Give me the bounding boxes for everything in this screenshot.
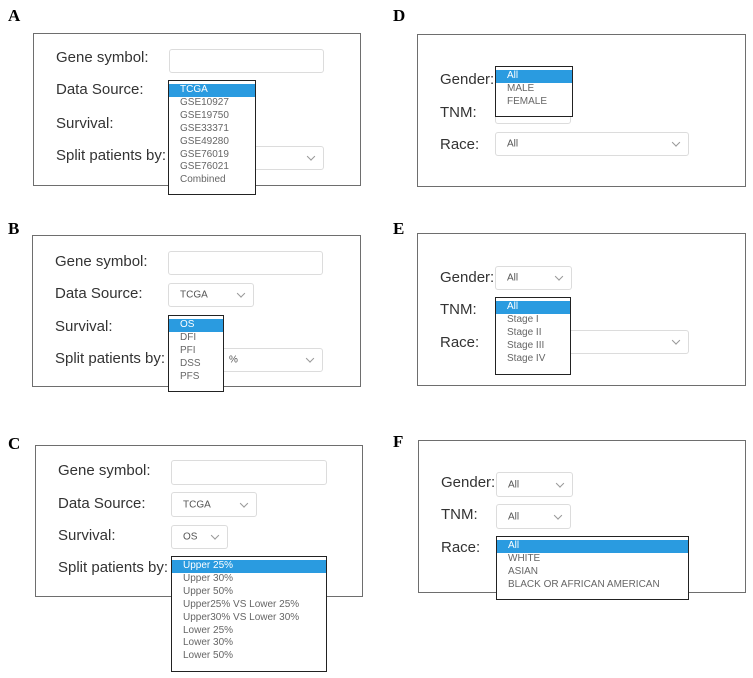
dropdown-option[interactable]: DFI [169,332,223,345]
gender-dropdown[interactable]: All MALE FEMALE [495,66,573,117]
split-patients-dropdown[interactable]: Upper 25% Upper 30% Upper 50% Upper25% VS L… [171,556,327,672]
gender-label: Gender: [440,269,495,286]
split-patients-label: Split patients by: [55,350,166,367]
dropdown-option[interactable]: TCGA [169,84,255,97]
race-label: Race: [440,334,480,351]
data-source-select[interactable]: TCGA [168,283,254,307]
tnm-label: TNM: [440,301,477,318]
dropdown-option[interactable]: Stage IV [496,353,570,366]
dropdown-option[interactable]: Lower 25% [172,625,326,638]
gene-symbol-label: Gene symbol: [58,462,151,479]
chevron-down-icon [236,289,246,298]
survival-value: OS [183,531,198,543]
gender-label: Gender: [441,474,496,491]
chevron-down-icon [671,336,681,345]
panel-label-f: F [393,432,404,451]
data-source-label: Data Source: [58,495,146,512]
panel-e-form: Gender: TNM: Race: All [417,233,746,386]
dropdown-option[interactable]: GSE76021 [169,161,255,174]
dropdown-option[interactable]: Lower 30% [172,637,326,650]
tnm-select[interactable]: All [496,504,571,529]
dropdown-option[interactable]: Lower 50% [172,650,326,663]
gene-symbol-label: Gene symbol: [55,253,148,270]
gene-symbol-input[interactable] [169,49,324,73]
dropdown-option[interactable]: PFS [169,371,223,384]
dropdown-option[interactable]: Upper 30% [172,573,326,586]
dropdown-option[interactable]: Stage II [496,327,570,340]
gender-value: All [507,272,519,284]
dropdown-option[interactable]: GSE10927 [169,97,255,110]
dropdown-option[interactable]: ASIAN [497,566,688,579]
dropdown-option[interactable]: All [497,540,688,553]
survival-label: Survival: [58,527,116,544]
dropdown-option[interactable]: DSS [169,358,223,371]
survival-label: Survival: [56,115,114,132]
dropdown-option[interactable]: All [496,70,572,83]
data-source-dropdown[interactable]: TCGA GSE10927 GSE19750 GSE33371 GSE49280 GSE7… [168,80,256,195]
survival-select[interactable]: OS [171,525,228,549]
tnm-label: TNM: [440,104,477,121]
dropdown-option[interactable]: BLACK OR AFRICAN AMERICAN [497,579,688,592]
race-label: Race: [441,539,481,556]
chevron-down-icon [554,272,564,281]
panel-label-c: C [8,434,21,453]
dropdown-option[interactable]: GSE49280 [169,136,255,149]
dropdown-option[interactable]: FEMALE [496,96,572,109]
panel-label-e: E [393,219,405,238]
dropdown-option[interactable]: OS [169,319,223,332]
gene-symbol-label: Gene symbol: [56,49,149,66]
panel-label-a: A [8,6,21,25]
gender-value: All [508,479,520,490]
panel-label-d: D [393,6,406,25]
chevron-down-icon [239,498,249,508]
data-source-select[interactable]: TCGA [171,492,257,517]
tnm-value: All [508,511,520,522]
chevron-down-icon [305,354,315,363]
split-patients-value: % [229,354,238,366]
survival-label: Survival: [55,318,113,335]
chevron-down-icon [210,531,220,540]
data-source-label: Data Source: [56,81,144,98]
tnm-dropdown[interactable]: All Stage I Stage II Stage III Stage IV [495,297,571,375]
dropdown-option[interactable]: Stage I [496,314,570,327]
data-source-value: TCGA [183,499,211,510]
dropdown-option[interactable]: PFI [169,345,223,358]
panel-label-b: B [8,219,20,238]
chevron-down-icon [671,138,681,147]
gene-symbol-input[interactable] [171,460,327,485]
dropdown-option[interactable]: GSE33371 [169,123,255,136]
race-label: Race: [440,136,480,153]
gender-label: Gender: [440,71,495,88]
dropdown-option[interactable]: MALE [496,83,572,96]
dropdown-option[interactable]: Upper30% VS Lower 30% [172,612,326,625]
chevron-down-icon [553,510,563,520]
dropdown-option[interactable]: WHITE [497,553,688,566]
dropdown-option[interactable]: All [496,301,570,314]
chevron-down-icon [306,152,316,161]
survival-dropdown[interactable]: OS DFI PFI DSS PFS [168,315,224,392]
gender-select[interactable]: All [495,266,572,290]
dropdown-option[interactable]: Upper25% VS Lower 25% [172,599,326,612]
split-patients-label: Split patients by: [56,147,167,164]
panel-d-form: Gender: TNM: Race: All [417,34,746,187]
dropdown-option[interactable]: GSE19750 [169,110,255,123]
dropdown-option[interactable]: Upper 25% [172,560,326,573]
data-source-value: TCGA [180,289,208,301]
data-source-label: Data Source: [55,285,143,302]
race-dropdown[interactable]: All WHITE ASIAN BLACK OR AFRICAN AMERICAN [496,536,689,600]
gene-symbol-input[interactable] [168,251,323,275]
dropdown-option[interactable]: Combined [169,174,255,187]
dropdown-option[interactable]: GSE76019 [169,149,255,162]
tnm-label: TNM: [441,506,478,523]
dropdown-option[interactable]: Stage III [496,340,570,353]
race-select[interactable]: All [495,132,689,156]
dropdown-option[interactable]: Upper 50% [172,586,326,599]
gender-select[interactable]: All [496,472,573,497]
split-patients-label: Split patients by: [58,559,169,576]
race-value: All [507,138,519,150]
chevron-down-icon [555,478,565,488]
